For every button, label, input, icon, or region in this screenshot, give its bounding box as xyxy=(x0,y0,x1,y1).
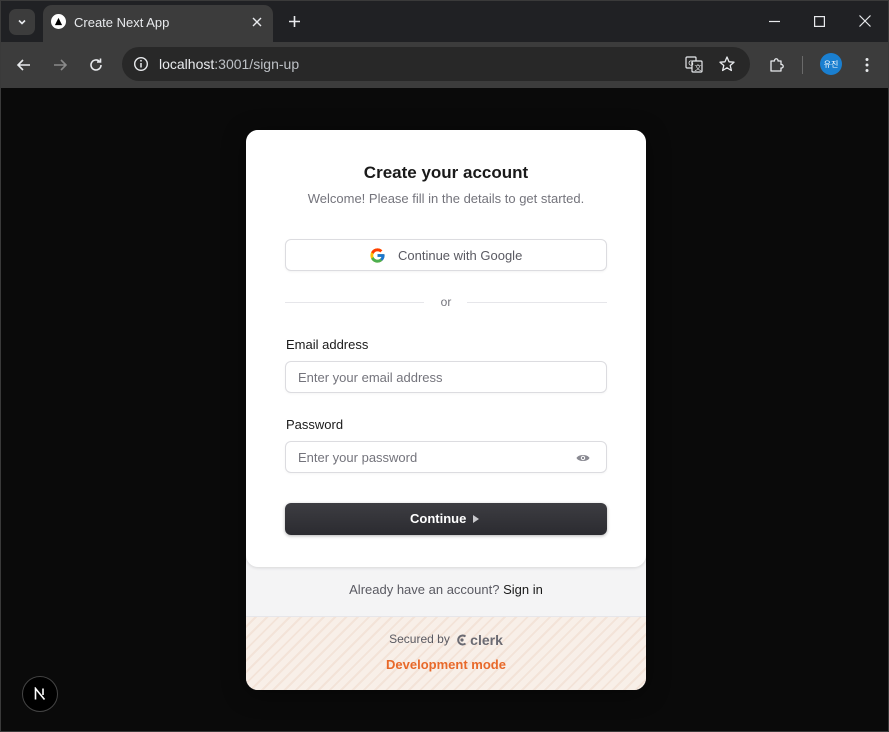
url-text: localhost:3001/sign-up xyxy=(159,56,299,72)
signup-card: Create your account Welcome! Please fill… xyxy=(246,130,646,690)
signin-link[interactable]: Sign in xyxy=(503,582,543,597)
continue-with-google-button[interactable]: Continue with Google xyxy=(285,239,607,271)
maximize-icon[interactable] xyxy=(809,11,829,31)
new-tab-plus-icon[interactable] xyxy=(284,11,304,31)
google-button-label: Continue with Google xyxy=(398,248,523,263)
secured-by-text: Secured by xyxy=(389,632,450,647)
password-input[interactable] xyxy=(298,449,568,466)
continue-button-label: Continue xyxy=(410,511,467,526)
close-window-icon[interactable] xyxy=(855,11,875,31)
chevron-down-icon xyxy=(18,19,26,25)
url-path: :3001/sign-up xyxy=(214,56,300,72)
address-bar[interactable]: localhost:3001/sign-up G文 xyxy=(122,47,750,81)
browser-toolbar: localhost:3001/sign-up G文 유진 xyxy=(1,42,888,88)
svg-text:G: G xyxy=(688,60,693,68)
signup-card-main: Create your account Welcome! Please fill… xyxy=(246,130,646,567)
url-host: localhost xyxy=(159,56,215,72)
reload-icon[interactable] xyxy=(84,53,108,77)
continue-button[interactable]: Continue xyxy=(285,503,607,535)
browser-window: Create Next App localhost:3001/sign-up G… xyxy=(0,0,889,732)
tab-close-icon[interactable] xyxy=(249,14,265,30)
bookmark-star-icon[interactable] xyxy=(717,54,737,74)
toolbar-separator xyxy=(802,56,803,74)
show-password-eye-icon[interactable] xyxy=(576,452,590,464)
secured-by: Secured by clerk xyxy=(246,632,646,648)
tab-search-button[interactable] xyxy=(9,9,35,35)
signin-prompt: Already have an account? Sign in xyxy=(246,582,646,597)
site-info-icon[interactable] xyxy=(130,53,152,75)
minimize-icon[interactable] xyxy=(764,11,784,31)
page-content: Create your account Welcome! Please fill… xyxy=(1,88,888,731)
page-title: Create your account xyxy=(363,163,529,182)
email-field[interactable] xyxy=(285,361,607,393)
translate-icon[interactable]: G文 xyxy=(684,54,704,74)
email-label: Email address xyxy=(286,337,369,352)
forward-arrow-icon[interactable] xyxy=(48,53,72,77)
development-mode-badge: Development mode xyxy=(386,657,506,672)
password-field[interactable] xyxy=(285,441,607,473)
tab-title: Create Next App xyxy=(74,15,170,30)
dev-mode-footer: Secured by clerk Development mode xyxy=(246,617,646,690)
caret-right-icon xyxy=(473,515,479,523)
profile-avatar[interactable]: 유진 xyxy=(820,53,842,75)
extensions-puzzle-icon[interactable] xyxy=(765,53,789,77)
email-input[interactable] xyxy=(298,369,568,386)
divider-line-right xyxy=(467,302,607,303)
page-subtitle: Welcome! Please fill in the details to g… xyxy=(307,191,585,206)
google-logo-icon xyxy=(370,248,385,263)
signin-prompt-text: Already have an account? xyxy=(349,582,500,597)
clerk-logo[interactable]: clerk xyxy=(456,632,503,648)
nextjs-favicon-icon xyxy=(51,14,66,29)
more-menu-icon[interactable] xyxy=(855,53,879,77)
tab-active[interactable]: Create Next App xyxy=(43,5,273,42)
nextjs-dev-indicator-icon[interactable] xyxy=(22,676,58,712)
back-arrow-icon[interactable] xyxy=(12,53,36,77)
clerk-logo-icon xyxy=(457,634,467,646)
clerk-brand-text: clerk xyxy=(470,632,503,648)
password-label: Password xyxy=(286,417,344,432)
tab-bar: Create Next App xyxy=(1,1,888,42)
svg-text:文: 文 xyxy=(695,63,702,72)
